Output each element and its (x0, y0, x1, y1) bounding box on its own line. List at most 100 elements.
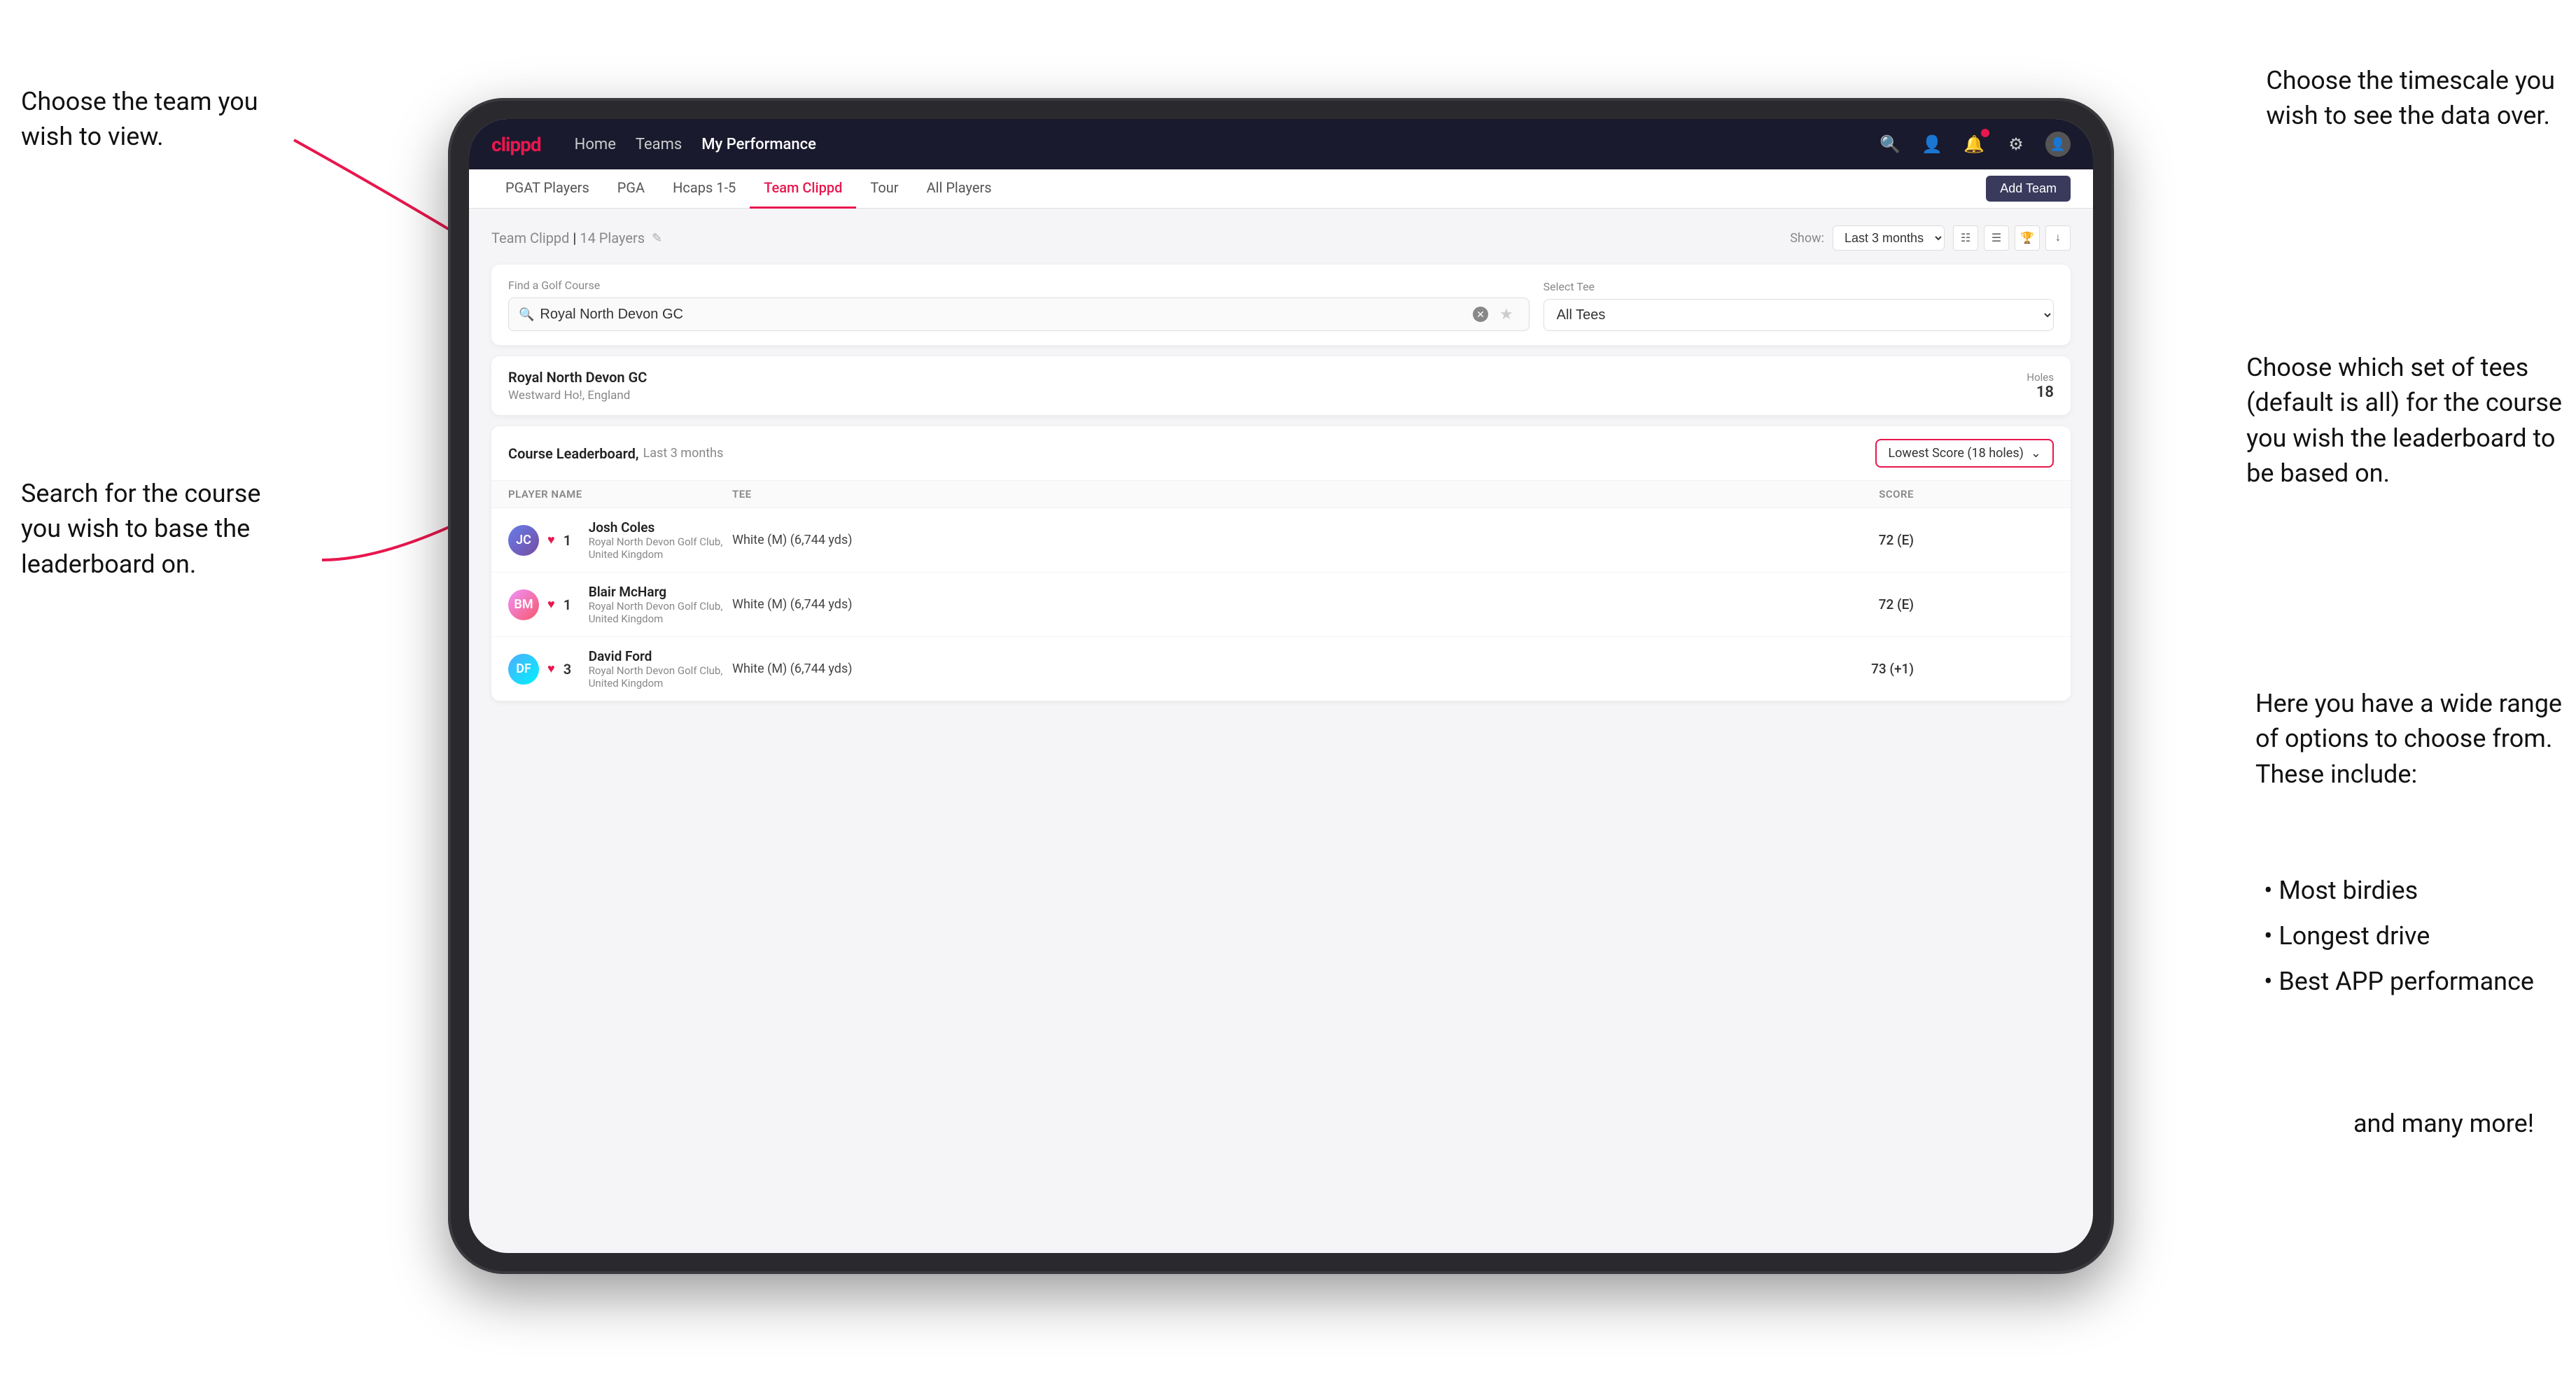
notification-icon[interactable]: 🔔 (1961, 132, 1987, 157)
subnav-all-players[interactable]: All Players (913, 169, 1006, 209)
player-club: Royal North Devon Golf Club, United King… (589, 536, 732, 561)
annotation-top-left: Choose the team you wish to view. (21, 84, 301, 155)
player-cell: BM ♥ 1 Blair McHarg Royal North Devon Go… (508, 584, 732, 625)
chevron-down-icon: ⌄ (2031, 446, 2041, 461)
show-control: Show: Last 3 months ☷ ☰ 🏆 ↓ (1790, 225, 2071, 251)
bullet-item: Most birdies (2250, 868, 2534, 913)
annotation-and-more: and many more! (2353, 1106, 2534, 1141)
player-name: Blair McHarg (589, 584, 732, 600)
show-label: Show: (1790, 231, 1824, 246)
player-score: 72 (E) (1718, 596, 1914, 612)
holes-number: 18 (2026, 384, 2054, 401)
bullet-item: Longest drive (2250, 913, 2534, 959)
rank-number: 3 (564, 661, 580, 678)
course-search-input-wrap: 🔍 ✕ ★ (508, 298, 1530, 331)
table-row: DF ♥ 3 David Ford Royal North Devon Golf… (491, 637, 2071, 701)
list-view-button[interactable]: ☰ (1984, 225, 2009, 251)
team-header: Team Clippd | 14 Players ✎ Show: Last 3 … (491, 225, 2071, 251)
heart-icon[interactable]: ♥ (547, 662, 555, 676)
search-row: Find a Golf Course 🔍 ✕ ★ Select Tee All … (508, 279, 2054, 331)
tee-select[interactable]: All Tees (1544, 299, 2054, 331)
search-icon-small: 🔍 (519, 307, 534, 322)
nav-links: Home Teams My Performance (575, 133, 1855, 156)
leaderboard-card: Course Leaderboard, Last 3 months Lowest… (491, 426, 2071, 701)
nav-right-icons: 🔍 👤 🔔 ⚙ 👤 (1877, 132, 2071, 157)
nav-teams[interactable]: Teams (636, 133, 682, 156)
download-button[interactable]: ↓ (2045, 225, 2071, 251)
player-tee: White (M) (6,744 yds) (732, 662, 1718, 676)
player-tee: White (M) (6,744 yds) (732, 597, 1718, 612)
annotation-middle-right: Choose which set of tees(default is all)… (2246, 350, 2562, 491)
profile-icon[interactable]: 👤 (1919, 132, 1945, 157)
col-player: PLAYER NAME (508, 488, 732, 500)
tee-select-label: Select Tee (1544, 280, 2054, 293)
edit-icon[interactable]: ✎ (652, 231, 662, 246)
heart-icon[interactable]: ♥ (547, 597, 555, 612)
table-row: BM ♥ 1 Blair McHarg Royal North Devon Go… (491, 573, 2071, 637)
col-score: SCORE (1718, 488, 1914, 500)
player-tee: White (M) (6,744 yds) (732, 533, 1718, 547)
table-header: PLAYER NAME TEE SCORE (491, 481, 2071, 508)
course-search-input[interactable] (540, 307, 1467, 323)
leaderboard-header: Course Leaderboard, Last 3 months Lowest… (491, 426, 2071, 481)
tablet-shell: clippd Home Teams My Performance 🔍 👤 🔔 ⚙… (448, 98, 2114, 1274)
player-club: Royal North Devon Golf Club, United King… (589, 664, 732, 690)
rank-number: 1 (564, 596, 580, 613)
settings-icon[interactable]: ⚙ (2003, 132, 2029, 157)
player-avatar: JC (508, 525, 539, 556)
player-info: Blair McHarg Royal North Devon Golf Club… (589, 584, 732, 625)
course-info: Royal North Devon GC Westward Ho!, Engla… (508, 369, 2026, 402)
table-row: JC ♥ 1 Josh Coles Royal North Devon Golf… (491, 508, 2071, 573)
holes-label: Holes (2026, 371, 2054, 384)
view-icons: ☷ ☰ 🏆 ↓ (1953, 225, 2071, 251)
score-type-label: Lowest Score (18 holes) (1888, 446, 2024, 461)
subnav-team-clippd[interactable]: Team Clippd (750, 169, 856, 209)
timescale-select[interactable]: Last 3 months (1833, 225, 1945, 251)
subnav-pga[interactable]: PGA (603, 169, 659, 209)
grid-view-button[interactable]: ☷ (1953, 225, 1978, 251)
tee-select-group: Select Tee All Tees (1544, 280, 2054, 331)
course-holes: Holes 18 (2026, 371, 2054, 401)
col-empty (1914, 488, 2054, 500)
annotation-middle-left: Search for the courseyou wish to base th… (21, 476, 260, 582)
subnav-hcaps[interactable]: Hcaps 1-5 (659, 169, 750, 209)
col-tee: TEE (732, 488, 1718, 500)
heart-icon[interactable]: ♥ (547, 533, 555, 547)
player-cell: DF ♥ 3 David Ford Royal North Devon Golf… (508, 648, 732, 690)
player-info: Josh Coles Royal North Devon Golf Club, … (589, 519, 732, 561)
add-team-button[interactable]: Add Team (1986, 176, 2071, 202)
main-content: Team Clippd | 14 Players ✎ Show: Last 3 … (469, 209, 2093, 718)
favorite-button[interactable]: ★ (1494, 305, 1519, 323)
subnav-tour[interactable]: Tour (856, 169, 912, 209)
player-avatar: BM (508, 589, 539, 620)
player-score: 72 (E) (1718, 532, 1914, 548)
bullet-item: Best APP performance (2250, 959, 2534, 1004)
leaderboard-subtitle: Last 3 months (643, 446, 724, 461)
player-name: David Ford (589, 648, 732, 664)
subnav-pgat[interactable]: PGAT Players (491, 169, 603, 209)
user-avatar[interactable]: 👤 (2045, 132, 2071, 157)
trophy-view-button[interactable]: 🏆 (2015, 225, 2040, 251)
options-bullet-list: Most birdies Longest drive Best APP perf… (2250, 868, 2534, 1004)
annotation-bottom-right: Here you have a wide rangeof options to … (2255, 686, 2562, 792)
player-avatar: DF (508, 654, 539, 685)
search-icon[interactable]: 🔍 (1877, 132, 1903, 157)
search-card: Find a Golf Course 🔍 ✕ ★ Select Tee All … (491, 265, 2071, 345)
course-result: Royal North Devon GC Westward Ho!, Engla… (491, 356, 2071, 415)
player-club: Royal North Devon Golf Club, United King… (589, 600, 732, 625)
course-search-label: Find a Golf Course (508, 279, 1530, 292)
clear-search-button[interactable]: ✕ (1473, 307, 1488, 322)
leaderboard-title: Course Leaderboard, (508, 445, 639, 462)
player-name: Josh Coles (589, 519, 732, 536)
annotation-top-right: Choose the timescale youwish to see the … (2266, 63, 2555, 134)
rank-number: 1 (564, 532, 580, 549)
player-info: David Ford Royal North Devon Golf Club, … (589, 648, 732, 690)
top-navigation: clippd Home Teams My Performance 🔍 👤 🔔 ⚙… (469, 119, 2093, 169)
player-cell: JC ♥ 1 Josh Coles Royal North Devon Golf… (508, 519, 732, 561)
nav-my-performance[interactable]: My Performance (701, 133, 816, 156)
logo: clippd (491, 133, 541, 156)
score-type-dropdown[interactable]: Lowest Score (18 holes) ⌄ (1875, 439, 2054, 468)
team-title: Team Clippd | 14 Players (491, 230, 645, 246)
course-search-group: Find a Golf Course 🔍 ✕ ★ (508, 279, 1530, 331)
nav-home[interactable]: Home (575, 133, 616, 156)
